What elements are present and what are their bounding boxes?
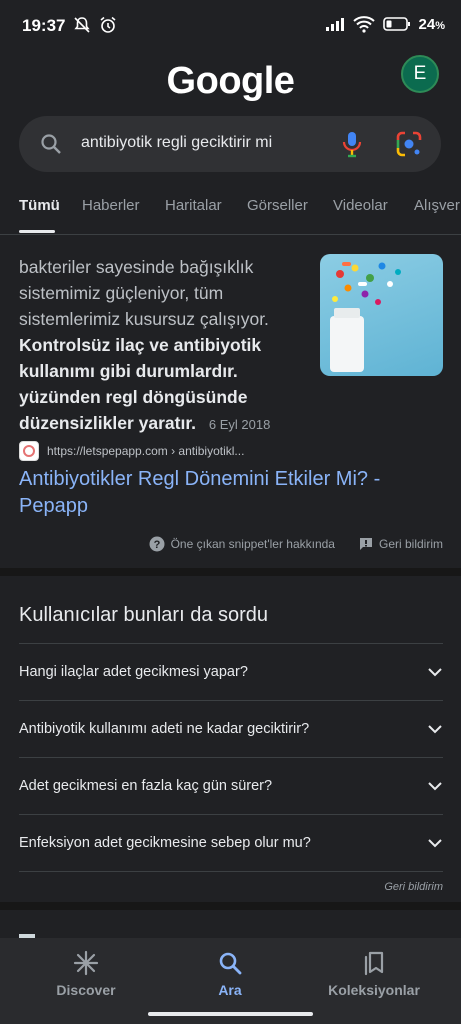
- battery-icon: [382, 17, 410, 31]
- signal-icon: [325, 18, 344, 31]
- collections-icon: [364, 951, 384, 976]
- result-source[interactable]: https://letspepapp.com › antibiyotikl...: [19, 441, 244, 461]
- paa-heading: Kullanıcılar bunları da sordu: [19, 604, 269, 626]
- next-result-peek: [0, 918, 461, 944]
- google-logo: Google: [166, 60, 295, 102]
- tab-shopping[interactable]: Alışver: [414, 197, 460, 214]
- wifi-icon: [352, 16, 375, 33]
- avatar[interactable]: E: [401, 55, 439, 93]
- snippet-image[interactable]: [320, 254, 443, 376]
- tab-maps[interactable]: Haritalar: [165, 197, 222, 214]
- paa-question[interactable]: Antibiyotik kullanımı adeti ne kadar gec…: [19, 700, 443, 757]
- result-title-link[interactable]: Antibiyotikler Regl Dönemini Etkiler Mi?…: [19, 466, 439, 520]
- tab-videos[interactable]: Videolar: [333, 197, 388, 214]
- status-bar: 19:37 24%: [0, 0, 461, 52]
- search-icon: [219, 952, 242, 975]
- nav-collections[interactable]: Koleksiyonlar: [314, 948, 434, 998]
- battery-percent: 24%: [418, 15, 445, 33]
- paa-question[interactable]: Hangi ilaçlar adet gecikmesi yapar?: [19, 643, 443, 700]
- svg-text:?: ?: [153, 539, 160, 551]
- gesture-bar[interactable]: [148, 1012, 313, 1016]
- people-also-ask: Kullanıcılar bunları da sordu Hangi ilaç…: [0, 585, 461, 910]
- chevron-down-icon: [428, 668, 442, 677]
- search-icon: [41, 134, 61, 154]
- google-lens-icon[interactable]: [395, 130, 423, 158]
- about-snippets-link[interactable]: ? Öne çıkan snippet'ler hakkında: [149, 536, 335, 552]
- search-box[interactable]: antibiyotik regli geciktirir mi: [19, 116, 441, 172]
- feedback-icon: [359, 538, 372, 550]
- search-query[interactable]: antibiyotik regli geciktirir mi: [81, 134, 272, 152]
- active-tab-indicator: [19, 230, 55, 233]
- mute-icon: [74, 17, 90, 33]
- snippet-date: 6 Eyl 2018: [208, 417, 271, 432]
- chevron-down-icon: [428, 839, 442, 848]
- tab-news[interactable]: Haberler: [82, 197, 140, 214]
- pepapp-favicon: [19, 441, 39, 461]
- snippet-feedback-link[interactable]: Geri bildirim: [359, 537, 443, 551]
- nav-discover[interactable]: Discover: [26, 948, 146, 998]
- paa-feedback-link[interactable]: Geri bildirim: [384, 881, 443, 893]
- chevron-down-icon: [428, 782, 442, 791]
- status-time: 19:37: [22, 16, 66, 35]
- discover-icon: [73, 950, 99, 976]
- chevron-down-icon: [428, 725, 442, 734]
- help-icon: ?: [149, 536, 165, 552]
- tab-images[interactable]: Görseller: [247, 197, 308, 214]
- tab-all[interactable]: Tümü: [19, 197, 60, 214]
- paa-question[interactable]: Adet gecikmesi en fazla kaç gün sürer?: [19, 757, 443, 814]
- featured-snippet: bakteriler sayesinde bağışıklık sistemim…: [0, 236, 461, 576]
- paa-divider: [19, 871, 443, 872]
- paa-question[interactable]: Enfeksiyon adet gecikmesine sebep olur m…: [19, 814, 443, 871]
- nav-search[interactable]: Ara: [170, 948, 290, 998]
- alarm-icon: [100, 16, 116, 33]
- snippet-text: bakteriler sayesinde bağışıklık sistemim…: [19, 257, 271, 433]
- search-tabs: Tümü Haberler Haritalar Görseller Videol…: [0, 183, 461, 235]
- microphone-icon[interactable]: [341, 130, 363, 158]
- result-url: https://letspepapp.com › antibiyotikl...: [47, 444, 245, 458]
